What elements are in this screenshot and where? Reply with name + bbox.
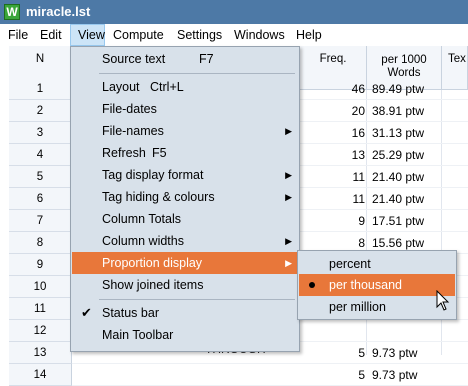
row-number[interactable]: 10	[9, 276, 72, 298]
proportion-submenu: percent per thousand per million	[297, 250, 457, 320]
submenu-item-per-million[interactable]: per million	[299, 296, 455, 318]
submenu-arrow-icon: ▶	[285, 236, 292, 246]
menu-item-source-text[interactable]: Source text F7	[72, 48, 298, 70]
header-text[interactable]: Tex	[442, 46, 468, 90]
menu-item-label: Source text	[102, 52, 166, 66]
per1000-cell: 17.51 ptw	[372, 214, 425, 228]
per1000-cell: 15.56 ptw	[372, 236, 425, 250]
submenu-item-label: per thousand	[329, 278, 402, 292]
mouse-cursor-icon	[436, 290, 450, 311]
menu-file[interactable]: File	[1, 24, 35, 46]
per1000-cell: 9.73 ptw	[372, 368, 418, 382]
menu-item-label: Tag display format	[102, 168, 204, 182]
freq-cell: 20	[351, 104, 365, 118]
menu-compute[interactable]: Compute	[106, 24, 171, 46]
menu-edit[interactable]: Edit	[33, 24, 69, 46]
menu-item-label: Status bar	[102, 306, 159, 320]
menu-item-label: File-dates	[102, 102, 157, 116]
menu-item-tag-display-format[interactable]: Tag display format ▶	[72, 164, 298, 186]
row-number[interactable]: 8	[9, 232, 72, 254]
row-number[interactable]: 6	[9, 188, 72, 210]
per1000-cell: 38.91 ptw	[372, 104, 425, 118]
freq-cell: 9	[358, 214, 365, 228]
per1000-cell: 21.40 ptw	[372, 192, 425, 206]
menu-separator	[99, 73, 295, 74]
row-number[interactable]: 4	[9, 144, 72, 166]
menu-windows[interactable]: Windows	[227, 24, 292, 46]
menu-item-column-widths[interactable]: Column widths ▶	[72, 230, 298, 252]
menu-item-layout[interactable]: Layout Ctrl+L	[72, 76, 298, 98]
row-divider	[72, 363, 468, 364]
submenu-item-label: per million	[329, 300, 386, 314]
header-per1000-line1: per 1000	[381, 54, 427, 66]
menu-bar: File Edit View Compute Settings Windows …	[0, 24, 468, 46]
radio-dot-icon	[309, 282, 315, 288]
freq-cell: 5	[358, 368, 365, 382]
menu-item-label: Layout	[102, 80, 140, 94]
menu-item-label: Main Toolbar	[102, 328, 174, 342]
submenu-arrow-icon: ▶	[285, 258, 292, 268]
menu-item-file-dates[interactable]: File-dates	[72, 98, 298, 120]
row-number[interactable]: 14	[9, 364, 72, 386]
submenu-arrow-icon: ▶	[285, 170, 292, 180]
freq-cell: 46	[351, 82, 365, 96]
menu-help[interactable]: Help	[289, 24, 329, 46]
row-number[interactable]: 13	[9, 342, 72, 364]
freq-cell: 5	[358, 346, 365, 360]
menu-item-label: Tag hiding & colours	[102, 190, 215, 204]
menu-item-column-totals[interactable]: Column Totals	[72, 208, 298, 230]
freq-cell: 11	[352, 170, 365, 184]
app-icon: W	[4, 4, 20, 20]
menu-item-label: Column Totals	[102, 212, 181, 226]
menu-separator	[99, 299, 295, 300]
per1000-cell: 89.49 ptw	[372, 82, 425, 96]
row-number[interactable]: 9	[9, 254, 72, 276]
row-number[interactable]: 3	[9, 122, 72, 144]
row-number[interactable]: 2	[9, 100, 72, 122]
row-number[interactable]: 5	[9, 166, 72, 188]
menu-item-label: Proportion display	[102, 256, 203, 270]
menu-item-label: Show joined items	[102, 278, 204, 292]
menu-item-show-joined-items[interactable]: Show joined items	[72, 274, 298, 296]
per1000-cell: 21.40 ptw	[372, 170, 425, 184]
freq-cell: 13	[351, 148, 365, 162]
submenu-arrow-icon: ▶	[285, 126, 292, 136]
menu-item-label: Column widths	[102, 234, 184, 248]
menu-item-main-toolbar[interactable]: Main Toolbar	[72, 324, 298, 346]
checkmark-icon: ✔	[81, 305, 92, 320]
submenu-item-percent[interactable]: percent	[299, 253, 455, 275]
row-number[interactable]: 7	[9, 210, 72, 232]
per1000-cell: 9.73 ptw	[372, 346, 418, 360]
submenu-item-label: percent	[329, 257, 371, 271]
shortcut-label: F7	[199, 52, 214, 66]
menu-settings[interactable]: Settings	[170, 24, 229, 46]
header-per1000-line2: Words	[387, 67, 421, 79]
freq-cell: 8	[358, 236, 365, 250]
menu-view[interactable]: View	[70, 24, 105, 46]
menu-item-refresh[interactable]: Refresh F5	[72, 142, 298, 164]
per1000-cell: 31.13 ptw	[372, 126, 425, 140]
shortcut-label: Ctrl+L	[150, 80, 184, 94]
freq-cell: 16	[351, 126, 365, 140]
shortcut-label: F5	[152, 146, 167, 160]
title-bar: W miracle.lst	[0, 0, 468, 24]
freq-cell: 11	[352, 192, 365, 206]
row-number[interactable]: 12	[9, 320, 72, 342]
row-number[interactable]: 1	[9, 78, 72, 100]
menu-item-proportion-display[interactable]: Proportion display ▶	[72, 252, 298, 274]
submenu-item-per-thousand[interactable]: per thousand	[299, 274, 455, 296]
view-menu-dropdown: Source text F7 Layout Ctrl+L File-dates …	[70, 46, 300, 352]
submenu-arrow-icon: ▶	[285, 192, 292, 202]
row-number[interactable]: 11	[9, 298, 72, 320]
menu-item-label: Refresh	[102, 146, 146, 160]
window-title: miracle.lst	[26, 4, 91, 19]
menu-item-file-names[interactable]: File-names ▶	[72, 120, 298, 142]
menu-item-label: File-names	[102, 124, 164, 138]
per1000-cell: 25.29 ptw	[372, 148, 425, 162]
menu-item-tag-hiding[interactable]: Tag hiding & colours ▶	[72, 186, 298, 208]
menu-item-status-bar[interactable]: ✔ Status bar	[72, 302, 298, 324]
